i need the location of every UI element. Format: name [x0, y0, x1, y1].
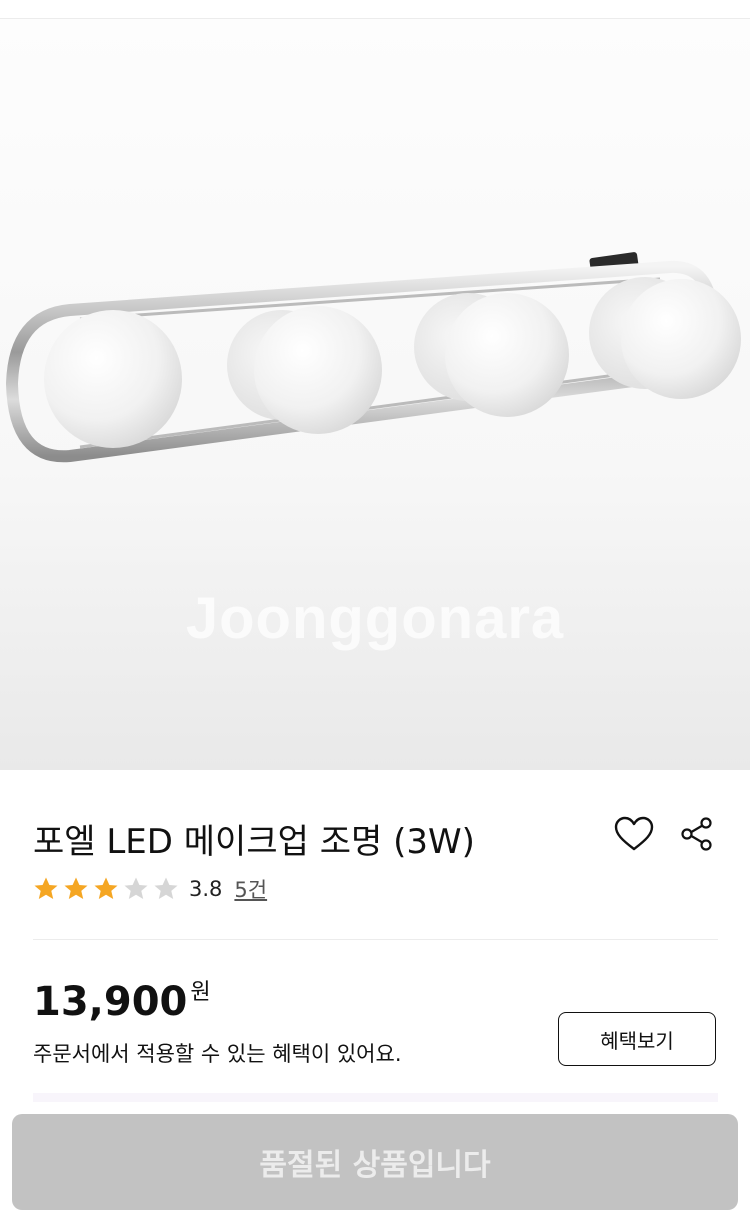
star-icon [124, 877, 148, 899]
heart-icon [614, 816, 654, 851]
benefit-text: 주문서에서 적용할 수 있는 혜택이 있어요. [33, 1042, 402, 1066]
rating-stars [33, 876, 179, 902]
makeup-light-illustration [5, 252, 741, 463]
bottom-action-bar: 품절된 상품입니다 [0, 1102, 750, 1219]
review-count-link[interactable]: 5건 [234, 874, 267, 904]
rating-value: 3.8 [189, 877, 223, 901]
rating-row: 3.8 5건 [33, 874, 267, 904]
top-bar [0, 0, 750, 19]
share-icon [681, 817, 712, 851]
currency-label: 원 [190, 980, 211, 1005]
view-benefits-button[interactable]: 혜택보기 [558, 1012, 716, 1066]
star-icon [94, 877, 118, 899]
star-icon [64, 877, 88, 899]
watermark: Joonggonara [185, 586, 565, 651]
share-button[interactable] [675, 812, 719, 856]
price-row: 13,900 원 [33, 974, 211, 1024]
wishlist-button[interactable] [612, 812, 656, 856]
sold-out-button: 품절된 상품입니다 [12, 1114, 738, 1210]
star-icon [34, 877, 58, 899]
star-icon [154, 877, 178, 899]
product-title: 포엘 LED 메이크업 조명 (3W) [33, 822, 475, 862]
divider [33, 939, 718, 940]
product-image: Joonggonara [0, 19, 750, 770]
price: 13,900 [33, 979, 188, 1025]
